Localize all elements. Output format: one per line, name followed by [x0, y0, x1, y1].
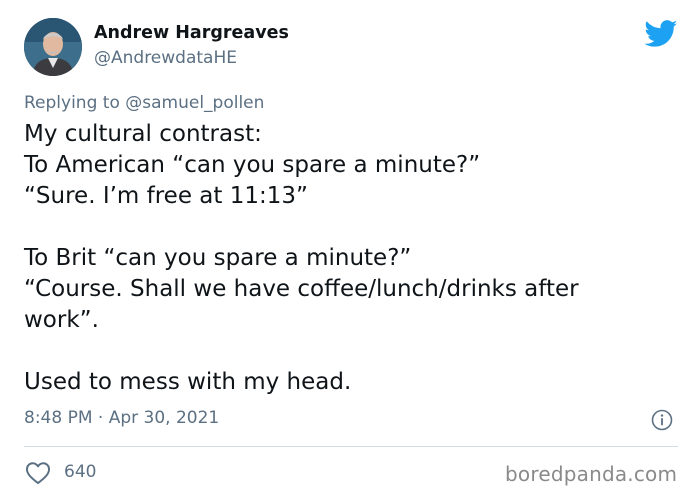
tweet-timestamp[interactable]: 8:48 PM · Apr 30, 2021: [24, 408, 219, 428]
like-count: 640: [64, 462, 97, 482]
author-handle[interactable]: @AndrewdataHE: [94, 48, 237, 68]
divider: [24, 446, 678, 447]
tweet-line: [24, 336, 674, 367]
tweet-line: To American “can you spare a minute?”: [24, 152, 481, 178]
tweet-text: My cultural contrast: To American “can y…: [24, 119, 674, 398]
heart-icon[interactable]: [25, 461, 51, 485]
reply-target-link[interactable]: @samuel_pollen: [125, 93, 264, 113]
tweet-line: To Brit “can you spare a minute?”: [24, 245, 412, 271]
tweet-line: Used to mess with my head.: [24, 369, 352, 395]
tweet-line: work”.: [24, 307, 99, 333]
watermark: boredpanda.com: [505, 462, 678, 486]
author-name[interactable]: Andrew Hargreaves: [94, 23, 289, 43]
avatar[interactable]: [24, 18, 82, 76]
info-icon[interactable]: [651, 409, 673, 431]
tweet-line: [24, 212, 674, 243]
twitter-bird-icon[interactable]: [644, 20, 678, 48]
tweet-line: My cultural contrast:: [24, 121, 262, 147]
avatar-image: [24, 18, 82, 76]
tweet-card: Andrew Hargreaves @AndrewdataHE Replying…: [0, 0, 700, 500]
tweet-line: “Course. Shall we have coffee/lunch/drin…: [24, 276, 579, 302]
reply-context: Replying to @samuel_pollen: [24, 93, 264, 113]
reply-prefix: Replying to: [24, 93, 126, 113]
tweet-line: “Sure. I’m free at 11:13”: [24, 183, 308, 209]
